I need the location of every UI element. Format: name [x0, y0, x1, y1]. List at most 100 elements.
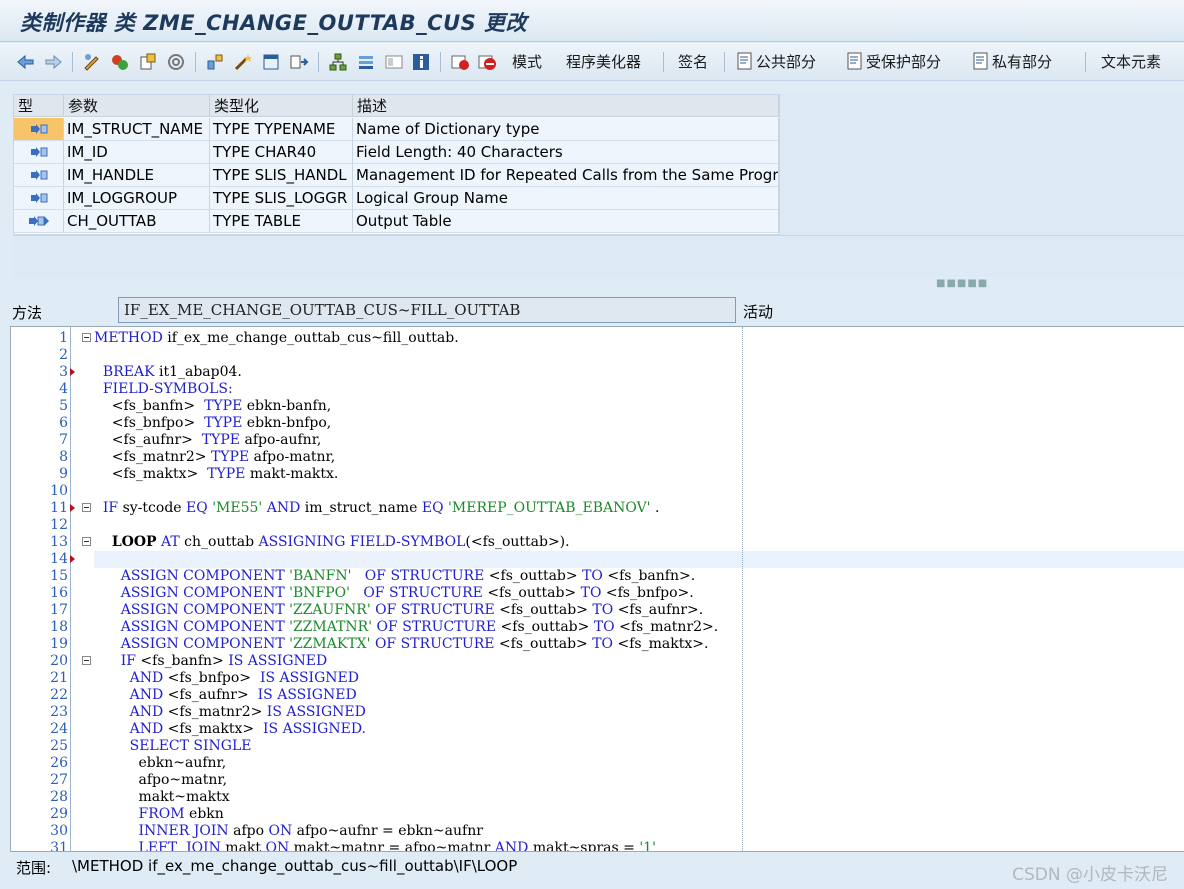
code-line[interactable]: LEFT JOIN makt ON makt~matnr = afpo~matn…	[94, 840, 656, 851]
code-line[interactable]: AND <fs_maktx> IS ASSIGNED.	[94, 721, 366, 738]
scope-path: \METHOD if_ex_me_change_outtab_cus~fill_…	[72, 857, 518, 875]
private-section-button[interactable]: 私有部分	[972, 52, 1052, 72]
code-line[interactable]: FIELD-SYMBOLS:	[94, 381, 233, 398]
param-description[interactable]: Output Table	[353, 210, 779, 233]
hierarchy-icon[interactable]	[328, 52, 348, 72]
code-line[interactable]: <fs_banfn> TYPE ebkn-banfn,	[94, 398, 331, 415]
insert-pattern-icon[interactable]	[289, 52, 309, 72]
stack-icon[interactable]	[356, 52, 376, 72]
table-row[interactable]: IM_HANDLE TYPE SLIS_HANDL Management ID …	[14, 164, 779, 187]
public-section-button[interactable]: 公共部分	[736, 52, 816, 72]
code-line[interactable]: ASSIGN COMPONENT 'BANFN' OF STRUCTURE <f…	[94, 568, 695, 585]
column-header-type[interactable]: 型	[14, 95, 64, 117]
table-row[interactable]: CH_OUTTAB TYPE TABLE Output Table	[14, 210, 779, 233]
code-line[interactable]: afpo~matnr,	[94, 772, 228, 789]
param-typing[interactable]: TYPE SLIS_HANDL	[210, 164, 353, 187]
code-line[interactable]: IF sy-tcode EQ 'ME55' AND im_struct_name…	[94, 500, 660, 517]
table-row[interactable]: IM_STRUCT_NAME TYPE TYPENAME Name of Dic…	[14, 118, 779, 141]
line-number: 21	[50, 670, 68, 686]
code-line[interactable]: AND <fs_bnfpo> IS ASSIGNED	[94, 670, 359, 687]
column-header-typing[interactable]: 类型化	[210, 95, 353, 117]
display-change-icon[interactable]	[82, 52, 102, 72]
line-number: 5	[59, 398, 68, 414]
code-line[interactable]: ASSIGN COMPONENT 'BNFPO' OF STRUCTURE <f…	[94, 585, 694, 602]
param-typing[interactable]: TYPE SLIS_LOGGR	[210, 187, 353, 210]
code-line[interactable]: <fs_aufnr> TYPE afpo-aufnr,	[94, 432, 322, 449]
collapse-icon[interactable]	[82, 656, 91, 665]
param-name[interactable]: IM_STRUCT_NAME	[64, 118, 210, 141]
param-description[interactable]: Field Length: 40 Characters	[353, 141, 779, 164]
set-breakpoint-icon[interactable]	[450, 52, 470, 72]
code-line[interactable]: makt~maktx	[94, 789, 230, 806]
line-number: 7	[59, 432, 68, 448]
code-line[interactable]: LOOP AT ch_outtab ASSIGNING FIELD-SYMBOL…	[94, 534, 570, 551]
magic-wand-icon[interactable]	[233, 52, 253, 72]
line-number: 14	[50, 551, 68, 567]
code-line[interactable]: ASSIGN COMPONENT 'ZZAUFNR' OF STRUCTURE …	[94, 602, 704, 619]
pretty-printer-button[interactable]: 程序美化器	[566, 52, 641, 72]
back-arrow-icon[interactable]	[16, 52, 36, 72]
info-icon[interactable]	[411, 52, 431, 72]
param-name[interactable]: IM_LOGGROUP	[64, 187, 210, 210]
code-line[interactable]: <fs_maktx> TYPE makt-maktx.	[94, 466, 339, 483]
collapse-icon[interactable]	[82, 333, 91, 342]
signature-button[interactable]: 签名	[678, 52, 708, 72]
params-empty-area	[780, 94, 1184, 235]
importing-icon	[14, 164, 64, 187]
text-elements-button[interactable]: 文本元素	[1101, 52, 1161, 72]
mode-button[interactable]: 模式	[512, 52, 542, 72]
param-name[interactable]: IM_HANDLE	[64, 164, 210, 187]
param-typing[interactable]: TYPE TYPENAME	[210, 118, 353, 141]
breakpoint-marker[interactable]	[70, 368, 75, 376]
splitter-handle[interactable]: ■■■■■	[936, 278, 988, 289]
active-inactive-icon[interactable]	[110, 52, 130, 72]
column-header-parameter[interactable]: 参数	[64, 95, 210, 117]
table-row[interactable]: IM_LOGGROUP TYPE SLIS_LOGGR Logical Grou…	[14, 187, 779, 210]
protected-section-button[interactable]: 受保护部分	[846, 52, 941, 72]
param-name[interactable]: CH_OUTTAB	[64, 210, 210, 233]
column-header-description[interactable]: 描述	[353, 95, 779, 117]
line-number: 15	[50, 568, 68, 584]
object-list-icon[interactable]	[205, 52, 225, 72]
toolbar-separator	[440, 52, 441, 72]
breakpoint-marker[interactable]	[70, 504, 75, 512]
layout-icon[interactable]	[384, 52, 404, 72]
forward-arrow-icon[interactable]	[43, 52, 63, 72]
param-description[interactable]: Name of Dictionary type	[353, 118, 779, 141]
method-status: 活动	[743, 303, 774, 321]
private-section-label: 私有部分	[992, 53, 1053, 71]
line-number: 25	[50, 738, 68, 754]
application-toolbar: 模式 程序美化器 签名 公共部分 受保护部分 私有部分 文本元素	[0, 43, 1184, 81]
collapse-icon[interactable]	[82, 503, 91, 512]
code-line[interactable]: ASSIGN COMPONENT 'ZZMAKTX' OF STRUCTURE …	[94, 636, 709, 653]
code-line[interactable]: IF <fs_banfn> IS ASSIGNED	[94, 653, 328, 670]
code-editor[interactable]: 1 2 3 4 5 6 7 8 9 10 11 12 13 14 15 16 1…	[10, 326, 1184, 852]
param-typing[interactable]: TYPE TABLE	[210, 210, 353, 233]
code-line[interactable]: <fs_bnfpo> TYPE ebkn-bnfpo,	[94, 415, 331, 432]
code-line[interactable]: INNER JOIN afpo ON afpo~aufnr = ebkn~auf…	[94, 823, 483, 840]
line-number: 18	[50, 619, 68, 635]
param-typing[interactable]: TYPE CHAR40	[210, 141, 353, 164]
breakpoint-marker[interactable]	[70, 555, 75, 563]
stop-breakpoint-icon[interactable]	[477, 52, 497, 72]
code-line[interactable]: AND <fs_matnr2> IS ASSIGNED	[94, 704, 366, 721]
code-line[interactable]: BREAK it1_abap04.	[94, 364, 242, 381]
table-row[interactable]: IM_ID TYPE CHAR40 Field Length: 40 Chara…	[14, 141, 779, 164]
line-number: 28	[50, 789, 68, 805]
code-line[interactable]: ebkn~aufnr,	[94, 755, 227, 772]
line-number: 29	[50, 806, 68, 822]
param-description[interactable]: Logical Group Name	[353, 187, 779, 210]
code-line[interactable]: METHOD if_ex_me_change_outtab_cus~fill_o…	[94, 330, 459, 347]
collapse-icon[interactable]	[82, 537, 91, 546]
code-line[interactable]: AND <fs_aufnr> IS ASSIGNED	[94, 687, 357, 704]
method-name-field[interactable]: IF_EX_ME_CHANGE_OUTTAB_CUS~FILL_OUTTAB	[118, 297, 736, 323]
code-line[interactable]: FROM ebkn	[94, 806, 224, 823]
param-name[interactable]: IM_ID	[64, 141, 210, 164]
where-used-icon[interactable]	[166, 52, 186, 72]
code-line[interactable]: <fs_matnr2> TYPE afpo-matnr,	[94, 449, 335, 466]
code-line[interactable]: ASSIGN COMPONENT 'ZZMATNR' OF STRUCTURE …	[94, 619, 719, 636]
param-description[interactable]: Management ID for Repeated Calls from th…	[353, 164, 779, 187]
code-line[interactable]: SELECT SINGLE	[94, 738, 252, 755]
other-object-icon[interactable]	[138, 52, 158, 72]
navigation-window-icon[interactable]	[261, 52, 281, 72]
